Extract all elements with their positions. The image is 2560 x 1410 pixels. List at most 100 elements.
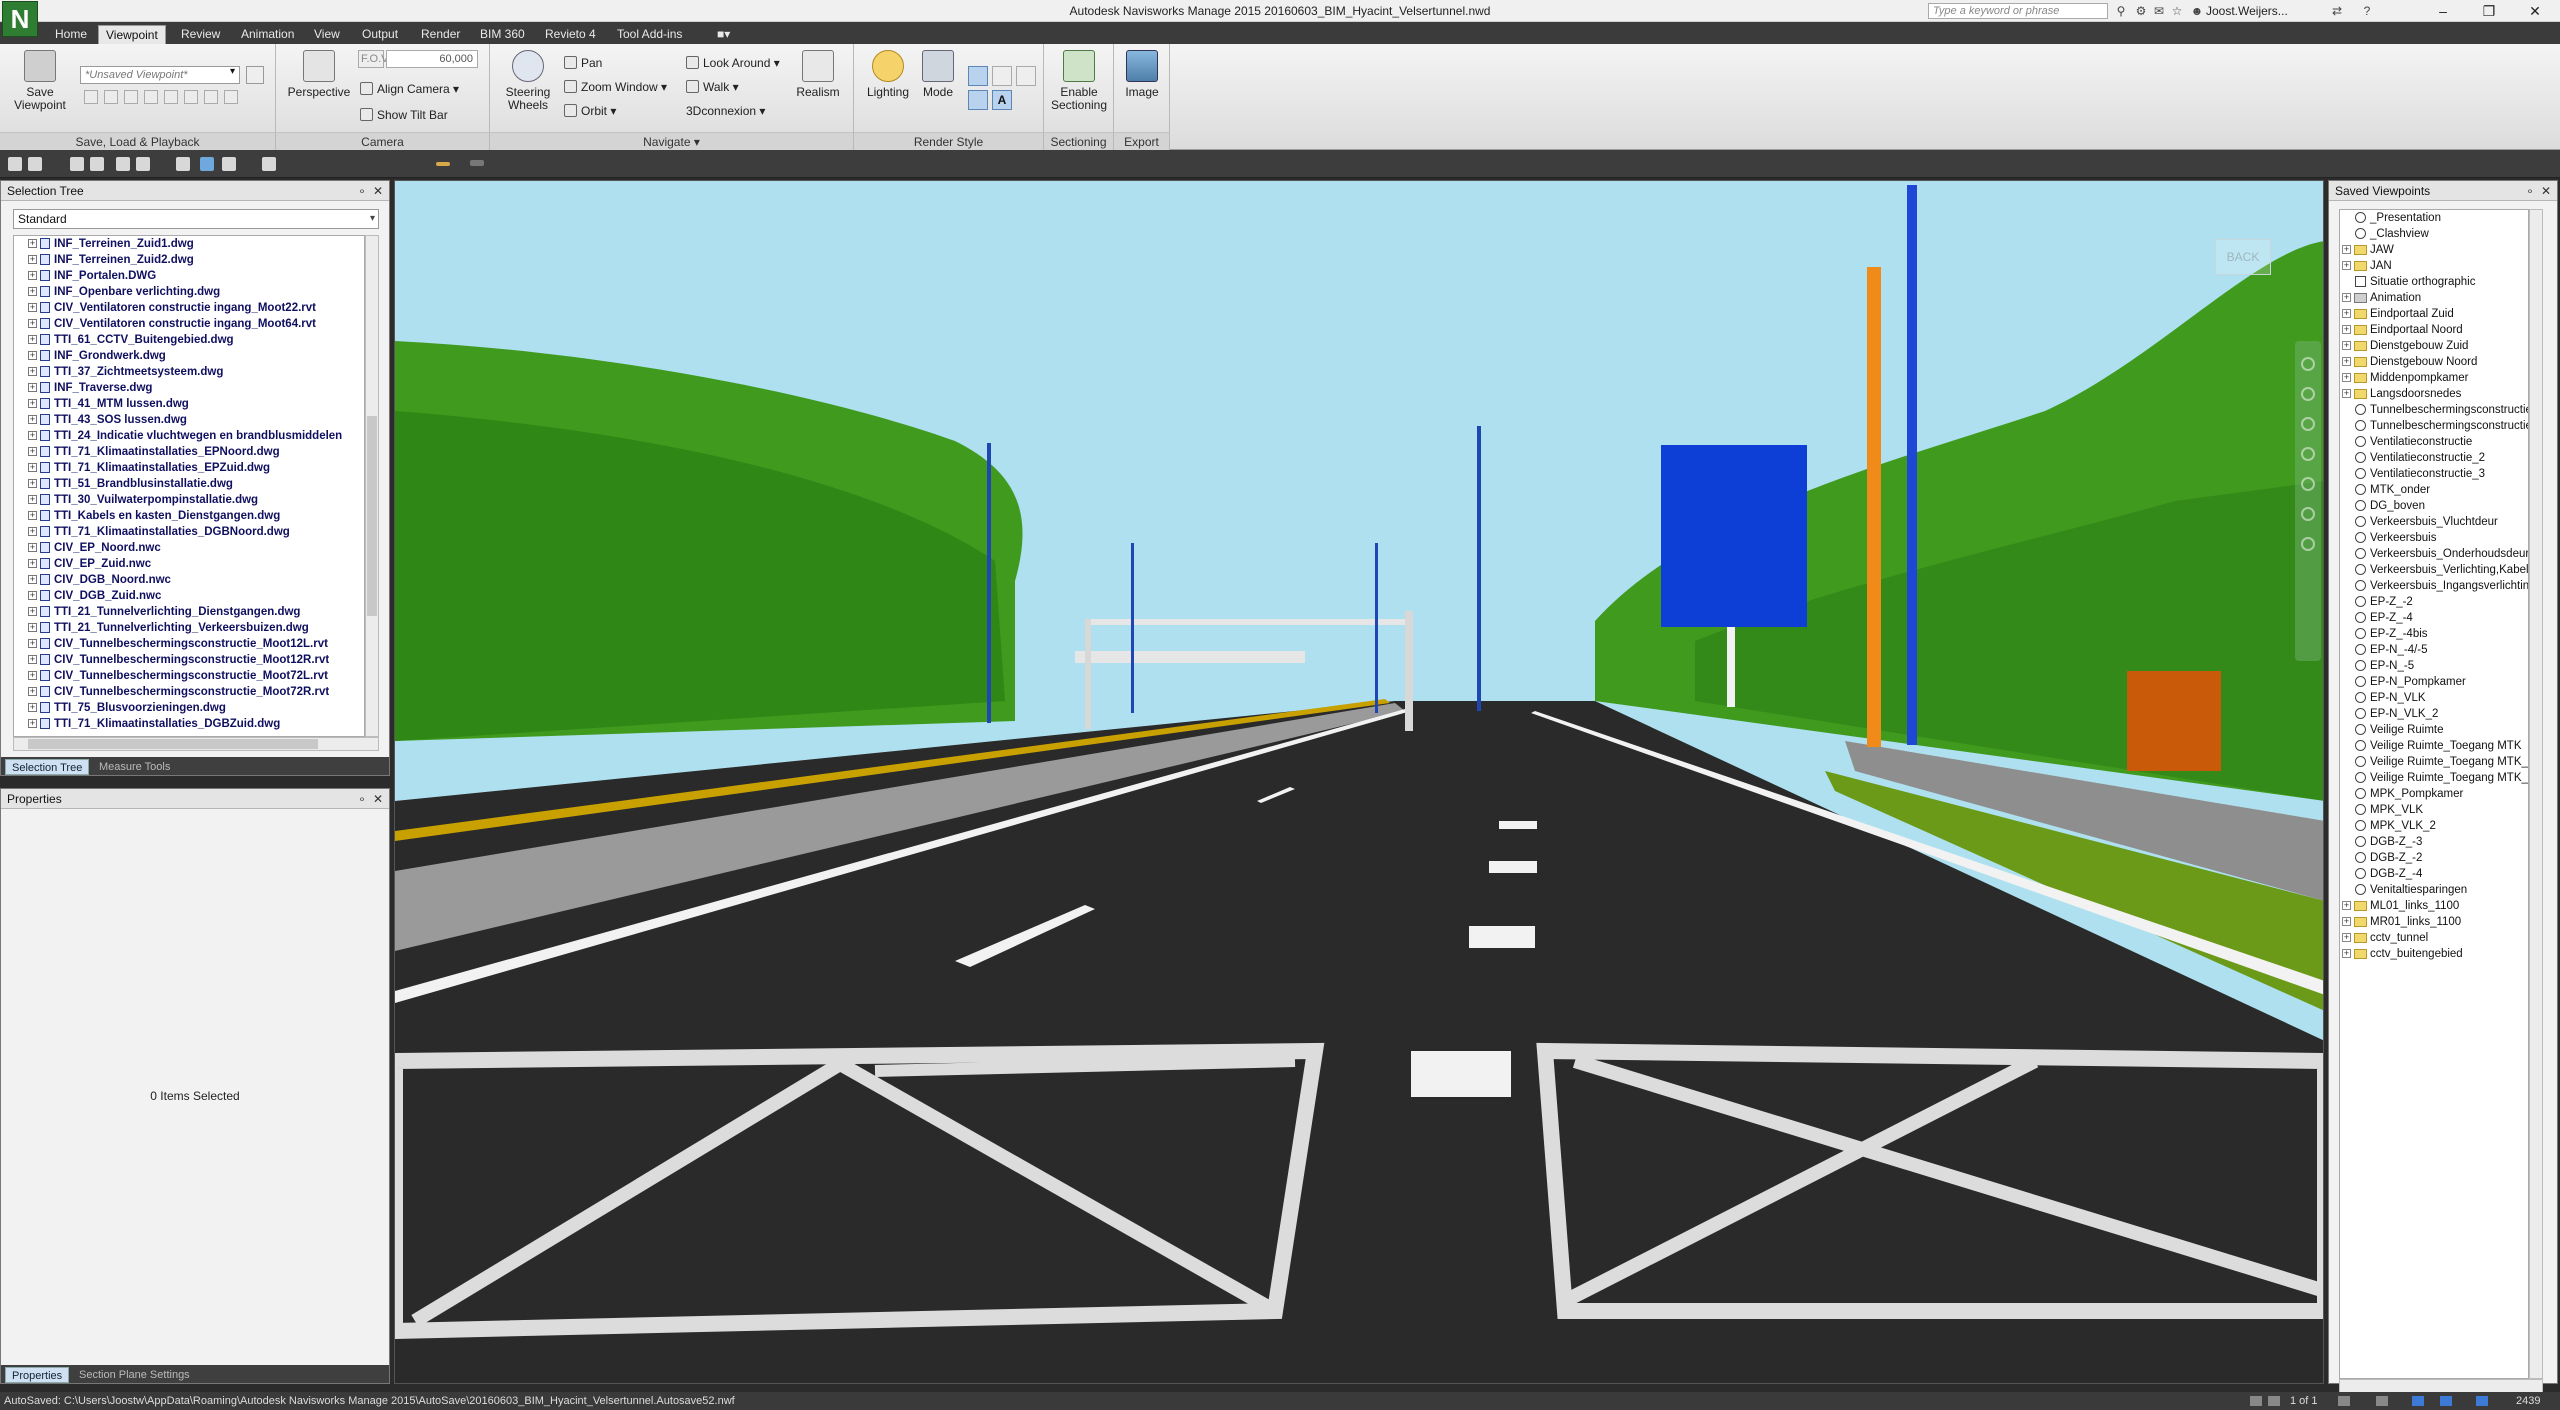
saved-viewpoint-item[interactable]: Ventilatieconstructie_2 [2340,450,2528,466]
tree-item[interactable]: + CIV_Tunnelbeschermingsconstructie_Moot7… [14,684,364,700]
connexion-button[interactable]: 3Dconnexion ▾ [686,102,765,120]
saved-viewpoint-item[interactable]: Tunnelbeschermingsconstructie_2 [2340,418,2528,434]
tree-item[interactable]: + TTI_41_MTM lussen.dwg [14,396,364,412]
expand-icon[interactable]: + [2342,373,2351,382]
expand-icon[interactable]: + [28,271,37,280]
saved-viewpoint-item[interactable]: _Clashview [2340,226,2528,242]
tab-bim360[interactable]: BIM 360 [473,25,532,44]
tree-item[interactable]: + TTI_71_Klimaatinstallaties_DGBNoord.dwg [14,524,364,540]
help-icon[interactable]: ? [2360,4,2374,18]
saved-viewpoint-item[interactable]: Verkeersbuis [2340,530,2528,546]
saved-viewpoint-item[interactable]: + JAN [2340,258,2528,274]
help-search-input[interactable]: Type a keyword or phrase [1928,3,2108,19]
saved-viewpoint-item[interactable]: EP-N_Pompkamer [2340,674,2528,690]
expand-icon[interactable]: + [28,431,37,440]
redo-icon[interactable] [136,157,150,171]
expand-icon[interactable]: + [28,287,37,296]
saved-viewpoint-item[interactable]: Veilige Ruimte_Toegang MTK_2 [2340,754,2528,770]
saved-viewpoint-item[interactable]: + Dienstgebouw Zuid [2340,338,2528,354]
steering-wheel-icon[interactable] [2301,357,2315,371]
tab-properties[interactable]: Properties [5,1367,70,1383]
tab-section-plane-settings[interactable]: Section Plane Settings [73,1367,196,1383]
expand-icon[interactable]: + [2342,341,2351,350]
last-frame-icon[interactable] [224,90,238,104]
expand-icon[interactable]: + [28,591,37,600]
expand-icon[interactable]: + [2342,261,2351,270]
saved-viewpoint-item[interactable]: Verkeersbuis_Verlichting,Kabelgoot [2340,562,2528,578]
enable-sectioning-button[interactable]: Enable Sectioning [1048,50,1110,112]
expand-icon[interactable]: + [28,239,37,248]
saved-viewpoint-item[interactable]: + Middenpompkamer [2340,370,2528,386]
lighting-button[interactable]: Lighting [862,50,914,99]
expand-icon[interactable]: + [28,527,37,536]
tree-item[interactable]: + TTI_61_CCTV_Buitengebied.dwg [14,332,364,348]
expand-icon[interactable]: + [2342,309,2351,318]
saved-viewpoint-item[interactable]: MTK_onder [2340,482,2528,498]
saved-viewpoint-item[interactable]: + Animation [2340,290,2528,306]
saved-viewpoint-item[interactable]: EP-N_VLK [2340,690,2528,706]
saved-viewpoint-item[interactable]: DGB-Z_-3 [2340,834,2528,850]
steering-wheels-button[interactable]: Steering Wheels [498,50,558,112]
print-icon[interactable] [90,157,104,171]
scroll-thumb[interactable] [28,739,318,749]
saved-viewpoint-item[interactable]: + Dienstgebouw Noord [2340,354,2528,370]
saved-viewpoint-item[interactable]: EP-N_-4/-5 [2340,642,2528,658]
tree-item[interactable]: + INF_Terreinen_Zuid1.dwg [14,236,364,252]
pin-icon[interactable]: ∘ [2523,181,2537,201]
look-around-button[interactable]: Look Around ▾ [686,54,780,72]
expand-icon[interactable]: + [28,415,37,424]
expand-icon[interactable]: + [2342,293,2351,302]
tab-review[interactable]: Review [174,25,227,44]
tab-render[interactable]: Render [414,25,467,44]
expand-icon[interactable]: + [28,559,37,568]
tree-item[interactable]: + TTI_71_Klimaatinstallaties_DGBZuid.dwg [14,716,364,732]
saved-viewpoint-item[interactable]: EP-N_VLK_2 [2340,706,2528,722]
expand-icon[interactable]: + [28,255,37,264]
saved-viewpoint-item[interactable]: Veilige Ruimte [2340,722,2528,738]
expand-icon[interactable]: + [28,639,37,648]
tree-item[interactable]: + INF_Traverse.dwg [14,380,364,396]
image-button[interactable]: Image [1118,50,1166,99]
show-tilt-bar-button[interactable]: Show Tilt Bar [360,106,448,124]
select-box-icon[interactable] [222,157,236,171]
expand-icon[interactable]: + [28,303,37,312]
saved-viewpoint-item[interactable]: MPK_Pompkamer [2340,786,2528,802]
saved-viewpoint-item[interactable]: Venitaltiesparingen [2340,882,2528,898]
tree-item[interactable]: + TTI_71_Klimaatinstallaties_EPNoord.dwg [14,444,364,460]
hand-icon[interactable] [2301,387,2315,401]
tree-item[interactable]: + CIV_Tunnelbeschermingsconstructie_Moot1… [14,636,364,652]
expand-icon[interactable]: + [28,511,37,520]
saved-viewpoint-item[interactable]: EP-N_-5 [2340,658,2528,674]
saved-viewpoint-item[interactable]: + Langsdoorsnedes [2340,386,2528,402]
expand-icon[interactable]: + [2342,357,2351,366]
tree-item[interactable]: + TTI_75_Blusvoorzieningen.dwg [14,700,364,716]
snap-points-icon[interactable] [968,90,988,110]
tree-item[interactable]: + TTI_21_Tunnelverlichting_Dienstgangen.d… [14,604,364,620]
saved-viewpoint-item[interactable]: _Presentation [2340,210,2528,226]
tab-animation[interactable]: Animation [234,25,301,44]
mode-button[interactable]: Mode [916,50,960,99]
tree-item[interactable]: + CIV_Tunnelbeschermingsconstructie_Moot1… [14,652,364,668]
tree-item[interactable]: + TTI_71_Klimaatinstallaties_EPZuid.dwg [14,460,364,476]
tree-item[interactable]: + TTI_43_SOS lussen.dwg [14,412,364,428]
expand-icon[interactable]: + [28,351,37,360]
user-name[interactable]: Joost.Weijers... [2206,4,2288,18]
tree-filter-dropdown[interactable]: Standard ▾ [13,209,379,229]
tree-item[interactable]: + TTI_37_Zichtmeetsysteem.dwg [14,364,364,380]
saved-viewpoint-item[interactable]: Veilige Ruimte_Toegang MTK [2340,738,2528,754]
expand-icon[interactable]: + [28,463,37,472]
text-icon[interactable]: A [992,90,1012,110]
tab-viewpoint[interactable]: Viewpoint [98,25,166,44]
tab-tool-addins[interactable]: Tool Add-ins [610,25,689,44]
ribbon-options-icon[interactable]: ■▾ [710,25,737,44]
zoom-window-button[interactable]: Zoom Window ▾ [564,78,667,96]
prev-key-icon[interactable] [104,90,118,104]
sheet-browser-icon[interactable] [2376,1396,2388,1406]
scroll-thumb[interactable] [367,416,377,616]
saved-viewpoint-item[interactable]: EP-Z_-4bis [2340,626,2528,642]
next-key-icon[interactable] [204,90,218,104]
tab-output[interactable]: Output [355,25,405,44]
tree-item[interactable]: + CIV_EP_Zuid.nwc [14,556,364,572]
expand-icon[interactable]: + [2342,949,2351,958]
stop-icon[interactable] [144,90,158,104]
